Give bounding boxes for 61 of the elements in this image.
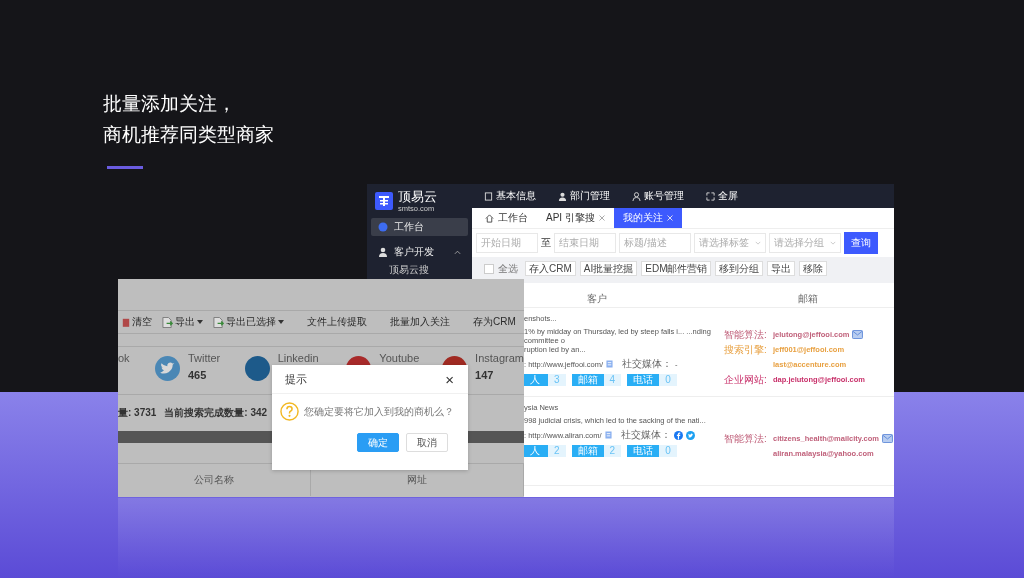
count-label: 人 [524,445,548,457]
toolbar-button[interactable]: 存为CRM [473,315,516,329]
count-label: 电话 [627,445,660,457]
count-value: 0 [659,445,677,457]
close-icon[interactable]: × [445,370,454,388]
social-name: ok [118,352,130,364]
sidebar-subitem[interactable]: 顶易云搜 [389,264,429,276]
cancel-button[interactable]: 取消 [406,433,448,452]
social-name: Linkedin [277,352,319,364]
count-label: 电话 [627,374,660,386]
email-source: 智能算法: [724,431,768,446]
count-label: 人 [524,374,548,386]
logo-name: 顶易云 [398,189,437,204]
dialog-message: 您确定要将它加入到我的商机么？ [304,404,454,419]
action-button[interactable]: AI批量挖掘 [579,261,638,276]
social-count: 465 [187,369,208,381]
top-nav-item[interactable]: 部门管理 [570,189,610,203]
social-name: Instagram [475,352,524,364]
column-header: 网址 [407,473,427,487]
search-button[interactable]: 查询 [844,232,878,254]
tab[interactable]: 我的关注 [613,208,682,228]
toolbar-button[interactable]: 导出已选择 [213,315,284,329]
toolbar-button[interactable]: 清空 [122,315,152,329]
toolbar-button[interactable]: 批量加入关注 [390,315,450,329]
social-label: 社交媒体： [620,428,671,442]
social-name: Youtube [379,352,420,364]
action-button[interactable]: 移到分组 [715,261,764,276]
email-source: 搜索引擎: [724,342,768,357]
count-label: 邮箱 [571,445,604,457]
social-count: 147 [475,369,495,381]
sidebar-item[interactable]: 客户开发 [371,243,468,261]
count-value: 2 [548,445,566,457]
column-header: 邮箱 [798,292,818,306]
count-value: 3 [548,374,566,386]
count-label: 邮箱 [571,374,604,386]
search-stat: 量: 3731 [118,406,157,420]
top-nav-item[interactable]: 账号管理 [644,189,684,203]
range-separator: 至 [541,236,551,250]
top-nav-item[interactable]: 全屏 [718,189,738,203]
action-button[interactable]: EDM邮件营销 [641,261,712,276]
toolbar-button[interactable]: 文件上传提取 [307,315,367,329]
top-nav-item[interactable]: 基本信息 [496,189,536,203]
column-header: 公司名称 [194,473,234,487]
tab[interactable]: API 引擎搜 [537,208,614,228]
column-header: 客户 [587,292,607,306]
sidebar-item[interactable]: 工作台 [371,218,468,236]
select-all-label[interactable]: 全选 [498,261,518,276]
tab[interactable]: 工作台 [476,208,537,228]
toolbar-button[interactable]: 导出 [162,315,203,329]
social-label: 社交媒体： [622,357,673,371]
email-source: 企业网站: [724,372,768,387]
search-stat: 当前搜索完成数量: 342 [164,406,268,420]
headline-text: 商机推荐同类型商家 [103,123,274,147]
action-button[interactable]: 移除 [799,261,828,276]
email-source: 智能算法: [724,327,768,342]
headline-text: 批量添加关注， [103,92,237,116]
count-value: 0 [659,374,677,386]
action-button[interactable]: 导出 [767,261,796,276]
social-name: Twitter [187,352,221,364]
dialog-title: 提示 [285,371,307,387]
action-button[interactable]: 存入CRM [525,261,576,276]
